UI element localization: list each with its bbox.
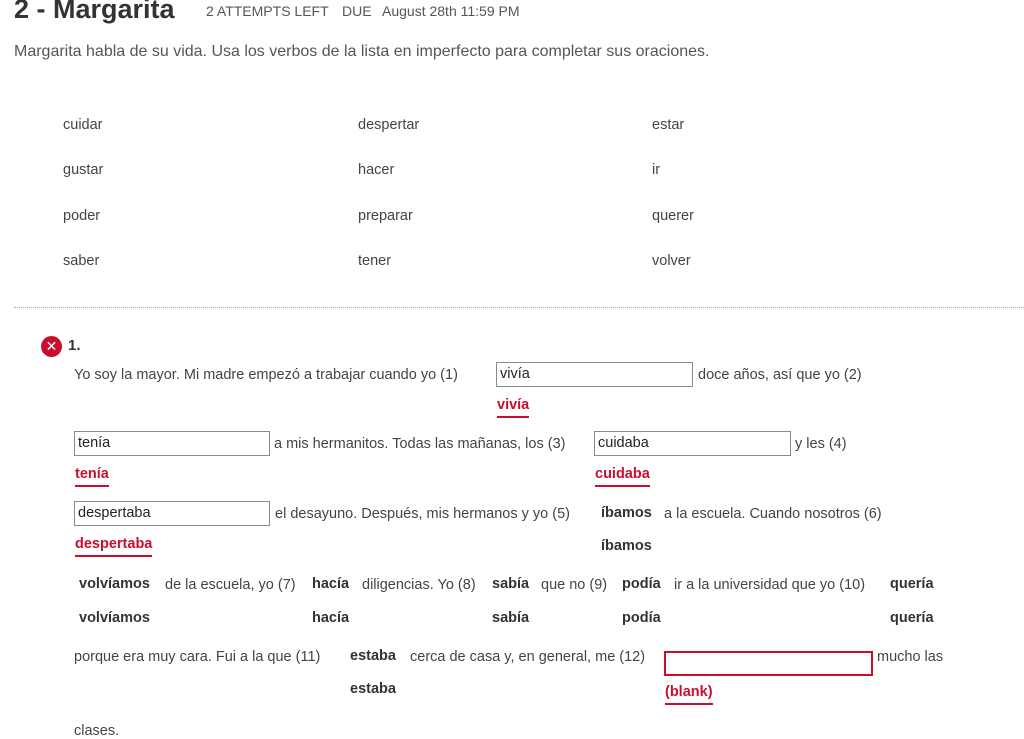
correct-answer-3: cuidaba [595,466,650,487]
error-x-icon: ✕ [41,336,62,357]
answer-input-3[interactable]: cuidaba [594,431,791,456]
answer-input-2[interactable]: tenía [74,431,270,456]
answer-input-4[interactable]: despertaba [74,501,270,526]
verb-item: volver [652,253,691,269]
correct-answer-6: volvíamos [79,610,150,626]
sentence-text: y les (4) [795,436,847,452]
correct-answer-5: íbamos [601,538,652,554]
correct-answer-2: tenía [75,466,109,487]
verb-item: despertar [358,117,420,133]
verb-item: cuidar [63,117,103,133]
sentence-text: que no (9) [541,577,608,593]
sentence-text: diligencias. Yo (8) [362,577,476,593]
submitted-answer-5: íbamos [601,505,652,521]
sentence-text: porque era muy cara. Fui a la que (11) [74,649,321,665]
attempts-left: 2 ATTEMPTS LEFT [206,3,329,19]
sentence-text: ir a la universidad que yo (10) [674,577,866,593]
submitted-answer-11: estaba [350,648,396,664]
verb-item: poder [63,208,101,224]
verb-item: saber [63,253,100,269]
submitted-answer-10: quería [890,576,934,592]
correct-answer-4: despertaba [75,536,153,557]
correct-answer-9: podía [622,610,661,626]
sentence-text: a la escuela. Cuando nosotros (6) [664,506,882,522]
sentence-text: el desayuno. Después, mis hermanos y yo … [275,506,570,522]
verb-item: querer [652,208,694,224]
sentence-text: a mis hermanitos. Todas las mañanas, los… [274,436,566,452]
sentence-text: de la escuela, yo (7) [165,577,296,593]
answer-input-1[interactable]: vivía [496,362,693,387]
answer-input-12[interactable] [664,651,873,676]
sentence-text: Yo soy la mayor. Mi madre empezó a traba… [74,367,458,383]
correct-answer-11: estaba [350,681,396,697]
sentence-text: doce años, así que yo (2) [698,367,862,383]
verb-item: hacer [358,162,395,178]
submitted-answer-8: sabía [492,576,530,592]
sentence-text: mucho las [877,649,944,665]
sentence-text: clases. [74,723,120,739]
correct-answer-8: sabía [492,610,530,626]
submitted-answer-7: hacía [312,576,350,592]
verb-item: preparar [358,208,413,224]
question-number: 1. [68,337,81,354]
verb-item: gustar [63,162,104,178]
verb-item: tener [358,253,392,269]
submitted-answer-6: volvíamos [79,576,150,592]
assignment-title: 2 - Margarita [14,0,175,24]
verb-item: ir [652,162,661,178]
correct-answer-10: quería [890,610,934,626]
verb-item: estar [652,117,685,133]
correct-answer-1: vivía [497,397,530,418]
sentence-text: cerca de casa y, en general, me (12) [410,649,646,665]
due-date: August 28th 11:59 PM [382,3,520,19]
due-label: DUE [342,3,372,19]
correct-answer-12: (blank) [665,684,713,705]
section-divider [14,307,1024,308]
correct-answer-7: hacía [312,610,350,626]
instructions: Margarita habla de su vida. Usa los verb… [14,43,710,60]
submitted-answer-9: podía [622,576,661,592]
